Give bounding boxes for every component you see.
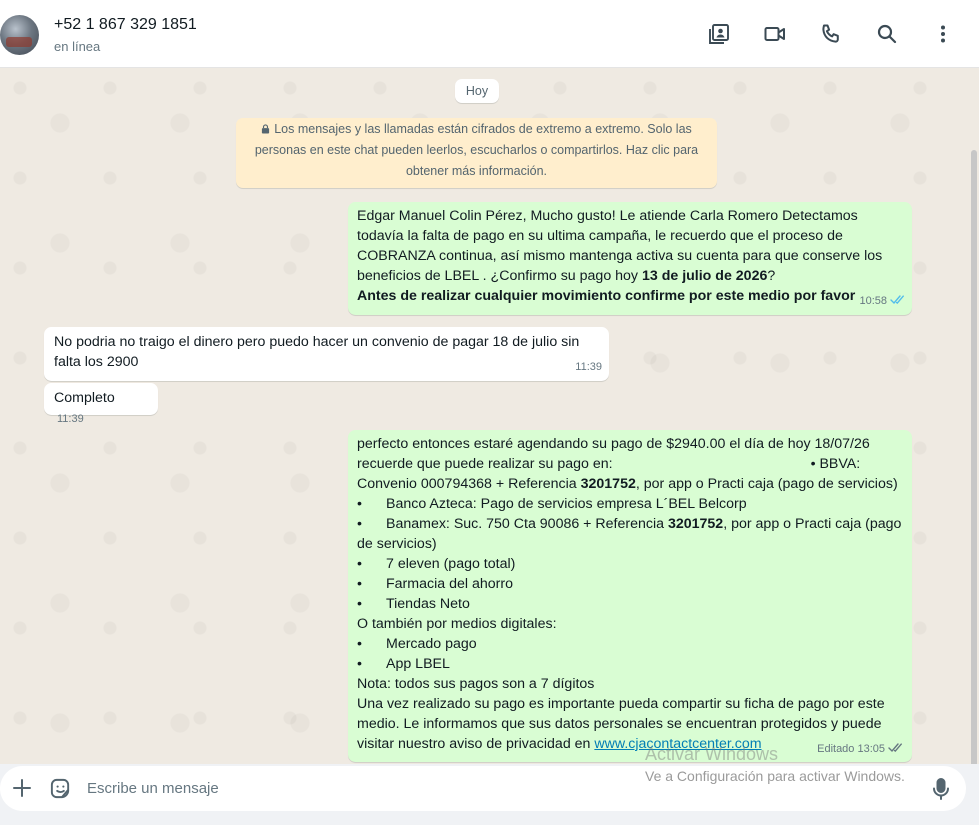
- message-outgoing[interactable]: Edgar Manuel Colin Pérez, Mucho gusto! L…: [348, 202, 912, 315]
- message-incoming[interactable]: No podria no traigo el dinero pero puedo…: [44, 327, 609, 381]
- bullet: •: [357, 656, 362, 672]
- message-text-part: recuerde que puede realizar su pago en:: [357, 456, 613, 472]
- message-text-part: Mercado pago: [386, 636, 477, 652]
- message-line: • Tiendas Neto: [357, 594, 903, 614]
- message-text-part: App LBEL: [386, 656, 450, 672]
- lock-icon: [262, 124, 270, 134]
- message-time: Editado 13:05: [817, 743, 885, 755]
- message-time: 10:58: [859, 295, 887, 307]
- composer-bar: Ve a Configuración para activar Windows.: [0, 764, 979, 825]
- bullet: •: [357, 636, 362, 652]
- microphone-icon[interactable]: [930, 777, 952, 801]
- bullet: •: [357, 576, 362, 592]
- windows-watermark-title: Activar Windows: [645, 744, 779, 764]
- message-text-part: Edgar Manuel Colin Pérez, Mucho gusto! L…: [357, 208, 883, 284]
- chat-scrollbar[interactable]: [971, 150, 977, 764]
- message-text: No podria no traigo el dinero pero puedo…: [54, 334, 580, 370]
- menu-dots-icon[interactable]: [931, 22, 955, 46]
- attach-plus-icon[interactable]: [11, 777, 33, 799]
- search-icon[interactable]: [875, 22, 899, 46]
- message-text-part: Tiendas Neto: [386, 596, 470, 612]
- message-bold-line: Antes de realizar cualquier movimiento c…: [357, 288, 856, 304]
- message-text-part: 7 eleven (pago total): [386, 556, 516, 572]
- message-line: Convenio 000794368 + Referencia 3201752,…: [357, 474, 903, 494]
- message-text-part: Convenio 000794368 + Referencia: [357, 476, 581, 492]
- message-line: • Banamex: Suc. 750 Cta 90086 + Referenci…: [357, 514, 903, 554]
- message-line: O también por medios digitales:: [357, 616, 557, 632]
- message-line: • Farmacia del ahorro: [357, 574, 903, 594]
- windows-watermark-subtitle: Ve a Configuración para activar Windows.: [645, 768, 905, 784]
- message-line: perfecto entonces estaré agendando su pa…: [357, 436, 870, 452]
- message-line: recuerde que puede realizar su pago en: •…: [357, 454, 903, 474]
- message-line: • 7 eleven (pago total): [357, 554, 903, 574]
- contact-name[interactable]: +52 1 867 329 1851: [54, 16, 197, 34]
- message-text-part: Banamex: Suc. 750 Cta 90086 + Referencia: [386, 516, 668, 532]
- message-outgoing[interactable]: perfecto entonces estaré agendando su pa…: [348, 430, 912, 762]
- message-meta: Editado 13:05: [817, 739, 904, 759]
- message-text: Edgar Manuel Colin Pérez, Mucho gusto! L…: [357, 206, 903, 306]
- message-meta: 10:58: [859, 291, 906, 311]
- message-line: Nota: todos sus pagos son a 7 dígitos: [357, 676, 595, 692]
- message-time: 11:39: [575, 361, 602, 373]
- message-bold-reference: 3201752: [667, 516, 724, 532]
- message-text-part: , por app o Practi caja (pago de servici…: [635, 476, 898, 492]
- message-bold-reference: 3201752: [580, 476, 636, 492]
- message-line: • Banco Azteca: Pago de servicios empresa…: [357, 494, 903, 514]
- contact-avatar[interactable]: [0, 15, 39, 55]
- message-bold-date: 13 de julio de 2026: [641, 268, 768, 284]
- bullet: •: [357, 556, 362, 572]
- chat-header: +52 1 867 329 1851 en línea: [0, 0, 979, 68]
- bullet: •: [357, 496, 362, 512]
- delivered-ticks-icon: [888, 743, 902, 753]
- message-text-part: • BBVA:: [810, 456, 861, 472]
- read-ticks-icon: [890, 295, 904, 305]
- encryption-notice-text: Los mensajes y las llamadas están cifrad…: [254, 122, 699, 178]
- message-text-part: ?: [767, 268, 776, 284]
- message-text-part: Banco Azteca: Pago de servicios empresa …: [386, 496, 747, 512]
- bullet: •: [357, 596, 362, 612]
- message-text-part: Farmacia del ahorro: [386, 576, 513, 592]
- message-input[interactable]: [87, 777, 627, 799]
- message-line: • App LBEL: [357, 654, 903, 674]
- date-chip: Hoy: [455, 79, 499, 103]
- contact-status: en línea: [54, 39, 101, 54]
- message-time: 11:39: [57, 413, 84, 425]
- bullet: •: [357, 516, 362, 532]
- message-line: • Mercado pago: [357, 634, 903, 654]
- contact-card-icon[interactable]: [707, 22, 731, 46]
- message-text: perfecto entonces estaré agendando su pa…: [357, 434, 903, 754]
- video-call-icon[interactable]: [763, 22, 787, 46]
- encryption-notice[interactable]: Los mensajes y las llamadas están cifrad…: [236, 118, 717, 188]
- message-text: Completo: [54, 390, 115, 406]
- message-incoming[interactable]: Completo 11:39: [44, 383, 158, 425]
- sticker-icon[interactable]: [49, 777, 72, 800]
- voice-call-icon[interactable]: [819, 22, 843, 46]
